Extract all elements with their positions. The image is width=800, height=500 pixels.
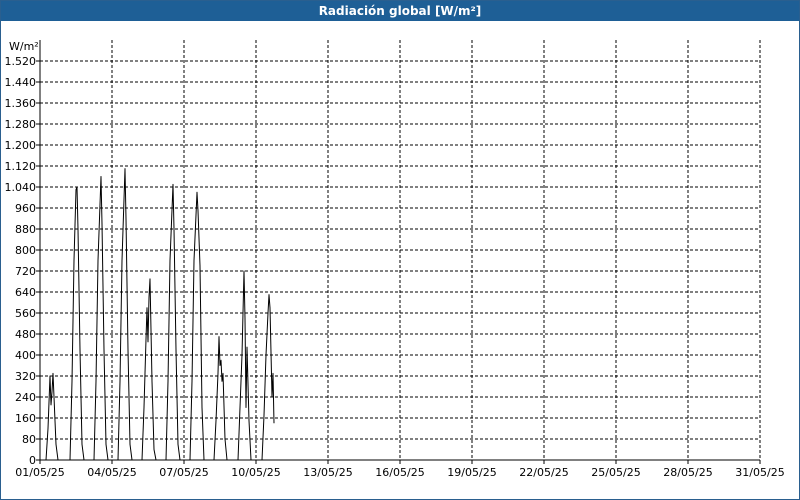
y-tick-label: 160	[15, 412, 36, 425]
y-tick-label: 400	[15, 349, 36, 362]
chart-svg: W/m² 08016024032040048056064072080088096…	[5, 40, 785, 479]
y-tick-label: 480	[15, 328, 36, 341]
x-tick-label: 07/05/25	[159, 466, 208, 479]
y-tick-label: 1.440	[5, 76, 37, 89]
x-tick-label: 16/05/25	[375, 466, 424, 479]
y-tick-label: 80	[22, 433, 36, 446]
x-tick-label: 10/05/25	[231, 466, 280, 479]
y-tick-label: 1.200	[5, 139, 37, 152]
y-tick-label: 1.120	[5, 160, 37, 173]
y-tick-label: 880	[15, 223, 36, 236]
x-tick-label: 22/05/25	[519, 466, 568, 479]
x-tick-label: 04/05/25	[87, 466, 136, 479]
y-tick-label: 1.520	[5, 55, 37, 68]
y-tick-label: 960	[15, 202, 36, 215]
x-tick-label: 31/05/25	[735, 466, 784, 479]
y-tick-label: 720	[15, 265, 36, 278]
y-tick-label: 640	[15, 286, 36, 299]
x-tick-label: 01/05/25	[15, 466, 64, 479]
y-tick-label: 1.280	[5, 118, 37, 131]
y-tick-label: 1.040	[5, 181, 37, 194]
x-tick-label: 13/05/25	[303, 466, 352, 479]
x-tick-label: 19/05/25	[447, 466, 496, 479]
y-tick-label: 320	[15, 370, 36, 383]
y-tick-label: 800	[15, 244, 36, 257]
y-tick-label: 240	[15, 391, 36, 404]
y-tick-label: 1.360	[5, 97, 37, 110]
x-tick-label: 28/05/25	[663, 466, 712, 479]
x-tick-label: 25/05/25	[591, 466, 640, 479]
y-axis-label: W/m²	[9, 40, 39, 53]
y-tick-label: 560	[15, 307, 36, 320]
